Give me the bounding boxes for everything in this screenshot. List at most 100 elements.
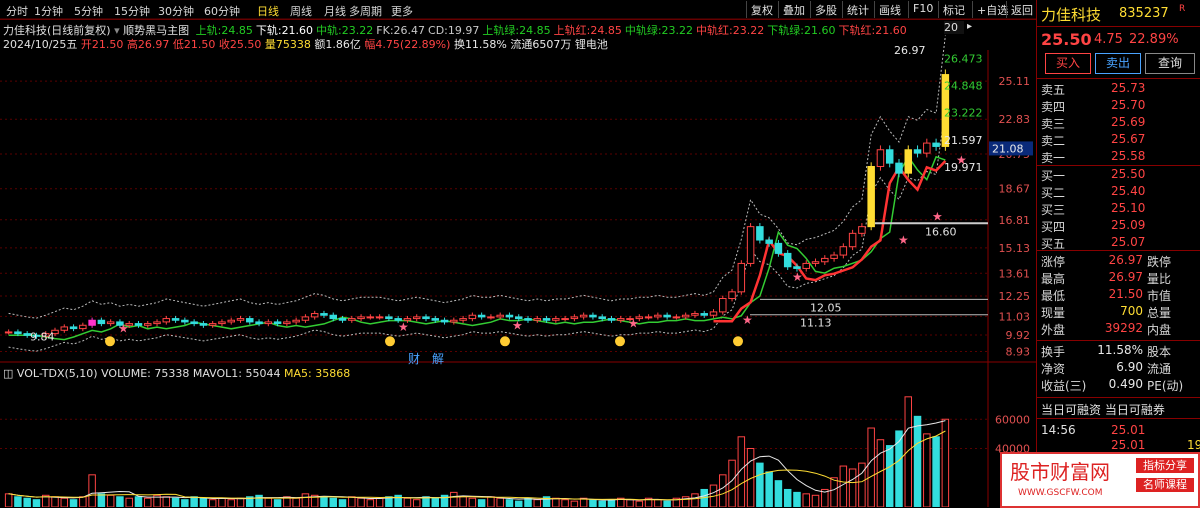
signal-star-icon: ★ xyxy=(898,233,909,247)
stat2-label: 收益(三) xyxy=(1041,379,1087,393)
volume-bar xyxy=(51,496,59,507)
watermark-tag2: 名师课程 xyxy=(1136,478,1194,492)
stat-label2: 跌停 xyxy=(1147,255,1172,269)
bid-price: 25.07 xyxy=(1111,235,1146,249)
bid-price: 25.50 xyxy=(1111,167,1146,181)
stock-name: 力佳科技 xyxy=(1041,6,1102,24)
min-price-label: 9.84 xyxy=(30,330,55,343)
stock-code: 835237 xyxy=(1119,6,1169,21)
ask-row[interactable]: 卖二 25.67 xyxy=(1041,132,1197,148)
volume-axis-label: 60000 xyxy=(995,413,1030,426)
candle-body xyxy=(681,314,690,318)
stat-label: 最高 xyxy=(1041,272,1066,286)
candle-body xyxy=(923,142,931,154)
candle-body xyxy=(162,318,171,323)
candle-body xyxy=(858,226,866,234)
candle-body xyxy=(821,257,829,263)
volume-bar xyxy=(264,497,273,507)
volume-bar xyxy=(932,436,940,507)
volume-bar xyxy=(69,499,78,507)
candle-body xyxy=(246,318,254,323)
candle-body xyxy=(477,314,486,318)
volume-bar xyxy=(533,499,542,507)
ask-row[interactable]: 卖五 25.73 xyxy=(1041,81,1197,97)
candle-body xyxy=(793,266,801,269)
candle-body xyxy=(468,314,477,320)
volume-bar xyxy=(719,474,727,507)
candle-body xyxy=(719,298,727,313)
bid-row[interactable]: 买五 25.07 xyxy=(1041,235,1197,251)
candle-body xyxy=(283,321,291,325)
price-axis-label: 18.67 xyxy=(999,183,1031,196)
stat2-value: 0.490 xyxy=(1108,377,1143,391)
volume-bar xyxy=(450,491,458,507)
volume-bar xyxy=(32,499,41,507)
volume-bar xyxy=(134,496,143,507)
volume-bar xyxy=(923,433,931,507)
volume-bar xyxy=(904,396,913,507)
bid-row[interactable]: 买二 25.40 xyxy=(1041,184,1197,200)
volume-bar xyxy=(468,497,477,507)
candle-body xyxy=(542,318,551,321)
query-button[interactable]: 查询 xyxy=(1145,53,1195,74)
ma-green-line xyxy=(8,155,946,341)
kline-chart[interactable]: 25.1122.8320.7518.6716.8115.1313.6112.25… xyxy=(0,0,1036,507)
caijie-label[interactable]: 财 解 xyxy=(408,350,444,367)
candle-body xyxy=(357,316,365,320)
buy-button[interactable]: 买入 xyxy=(1045,53,1091,74)
bid-row[interactable]: 买四 25.09 xyxy=(1041,218,1197,234)
vol-ma10-line xyxy=(8,430,946,501)
volume-bar xyxy=(487,496,495,507)
signal-star-icon: ★ xyxy=(398,320,409,334)
candle-body xyxy=(839,246,848,256)
stat-row: 最高 26.97 量比 xyxy=(1041,270,1197,286)
bid-label: 买三 xyxy=(1041,203,1066,217)
ask-row[interactable]: 卖一 25.58 xyxy=(1041,149,1197,165)
vol-toggle-icon[interactable]: ◫ xyxy=(3,367,13,380)
candle-body xyxy=(885,149,894,164)
volume-bar xyxy=(79,496,87,507)
candle-body xyxy=(783,252,792,268)
price-axis-label: 11.03 xyxy=(999,310,1031,323)
stat2-label2: 股本 xyxy=(1147,345,1172,359)
candle-body xyxy=(746,226,755,264)
volume-bar xyxy=(524,497,532,507)
candle-body xyxy=(737,262,746,293)
candle-body xyxy=(552,318,560,321)
ask-row[interactable]: 卖四 25.70 xyxy=(1041,98,1197,114)
volume-bar xyxy=(913,415,922,507)
vol-indicator-name[interactable]: VOL-TDX(5,10) xyxy=(17,367,98,380)
candle-body xyxy=(440,319,449,323)
volume-bar xyxy=(375,497,384,507)
ask-row[interactable]: 卖三 25.69 xyxy=(1041,115,1197,131)
candle-body xyxy=(181,319,189,323)
ask-label: 卖一 xyxy=(1041,151,1066,165)
bid-row[interactable]: 买一 25.50 xyxy=(1041,167,1197,183)
signal-star-icon: ★ xyxy=(742,313,753,327)
volume-bar xyxy=(97,493,106,507)
volume-bar xyxy=(292,497,300,507)
stat-label: 现量 xyxy=(1041,306,1066,320)
candle-body xyxy=(97,319,106,325)
volume-bar xyxy=(23,497,31,507)
stat-row: 最低 21.50 市值 xyxy=(1041,287,1197,303)
stat2-row: 净资 6.90 流通 xyxy=(1041,360,1197,376)
candle-body xyxy=(218,321,226,325)
volume-bar xyxy=(227,499,235,507)
volume-bar xyxy=(876,439,885,507)
band-value-label: 26.473 xyxy=(944,52,983,65)
sell-button[interactable]: 卖出 xyxy=(1095,53,1141,74)
candle-body xyxy=(579,314,588,318)
volume-bar xyxy=(774,480,783,507)
candle-body xyxy=(134,323,143,326)
money-bag-icon xyxy=(733,336,743,347)
volume-bar xyxy=(60,497,69,507)
candle-body xyxy=(153,321,161,325)
bid-price: 25.09 xyxy=(1111,218,1146,232)
candle-body xyxy=(292,319,300,323)
bid-row[interactable]: 买三 25.10 xyxy=(1041,201,1197,217)
volume-bar xyxy=(895,430,903,507)
candle-body xyxy=(79,324,87,330)
price-axis-label: 25.11 xyxy=(999,75,1031,88)
candle-body xyxy=(561,318,569,321)
